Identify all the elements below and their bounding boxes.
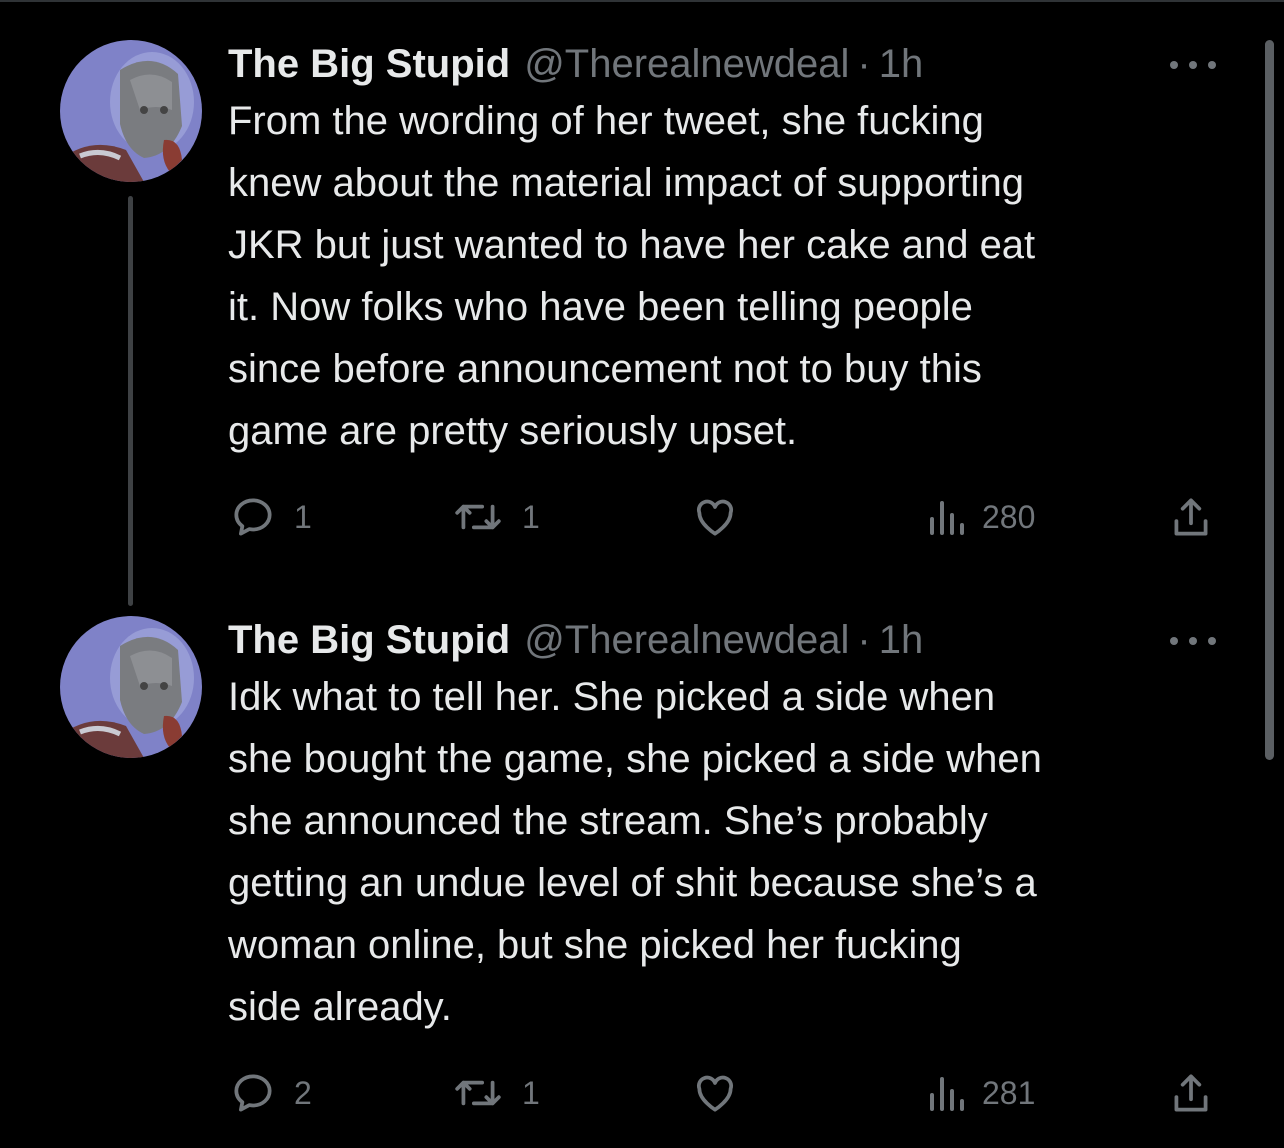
views-button[interactable]: 281	[926, 1068, 1035, 1118]
retweet-icon	[455, 1080, 501, 1106]
user-handle[interactable]: @Therealnewdeal	[524, 616, 849, 664]
display-name[interactable]: The Big Stupid	[228, 40, 510, 88]
reply-count: 1	[294, 498, 312, 535]
retweet-icon	[455, 504, 501, 530]
tweet-header: The Big Stupid @Therealnewdeal · 1h	[228, 616, 923, 664]
retweet-button[interactable]: 1	[450, 492, 540, 542]
reply-button[interactable]: 1	[228, 492, 312, 542]
user-handle[interactable]: @Therealnewdeal	[524, 40, 849, 88]
like-button[interactable]	[690, 1068, 740, 1118]
retweet-count: 1	[522, 498, 540, 535]
view-count: 281	[982, 1074, 1036, 1111]
scrollbar[interactable]	[1265, 40, 1274, 760]
share-icon	[1174, 498, 1208, 536]
more-icon[interactable]	[1170, 50, 1216, 80]
views-icon	[930, 501, 964, 535]
more-dot	[1170, 637, 1178, 645]
retweet-count: 1	[522, 1074, 540, 1111]
more-dot	[1189, 637, 1197, 645]
like-button[interactable]	[690, 492, 740, 542]
reply-button[interactable]: 2	[228, 1068, 312, 1118]
avatar[interactable]	[60, 616, 202, 758]
top-border	[0, 0, 1284, 2]
more-dot	[1170, 61, 1178, 69]
tweet-text: From the wording of her tweet, she fucki…	[228, 99, 1036, 453]
separator-dot: ·	[857, 618, 871, 662]
display-name[interactable]: The Big Stupid	[228, 616, 510, 664]
heart-icon	[696, 1075, 734, 1112]
share-button[interactable]	[1166, 492, 1216, 542]
tweet-actions: 2 1 281	[228, 1068, 1228, 1118]
share-button[interactable]	[1166, 1068, 1216, 1118]
timestamp[interactable]: 1h	[879, 616, 924, 664]
heart-icon	[696, 499, 734, 536]
reply-icon	[234, 1074, 272, 1112]
thread-connector-line	[128, 196, 133, 606]
views-icon	[930, 1077, 964, 1111]
more-icon[interactable]	[1170, 626, 1216, 656]
timestamp[interactable]: 1h	[879, 40, 924, 88]
separator-dot: ·	[857, 42, 871, 86]
share-icon	[1174, 1074, 1208, 1112]
avatar-image	[60, 40, 202, 182]
reply-count: 2	[294, 1074, 312, 1111]
tweet-header: The Big Stupid @Therealnewdeal · 1h	[228, 40, 923, 88]
reply-icon	[234, 498, 272, 536]
avatar-image	[60, 616, 202, 758]
more-dot	[1189, 61, 1197, 69]
views-button[interactable]: 280	[926, 492, 1035, 542]
more-dot	[1208, 637, 1216, 645]
view-count: 280	[982, 498, 1036, 535]
tweet-text: Idk what to tell her. She picked a side …	[228, 675, 1042, 1029]
more-dot	[1208, 61, 1216, 69]
avatar[interactable]	[60, 40, 202, 182]
retweet-button[interactable]: 1	[450, 1068, 540, 1118]
tweet-actions: 1 1 280	[228, 492, 1228, 542]
